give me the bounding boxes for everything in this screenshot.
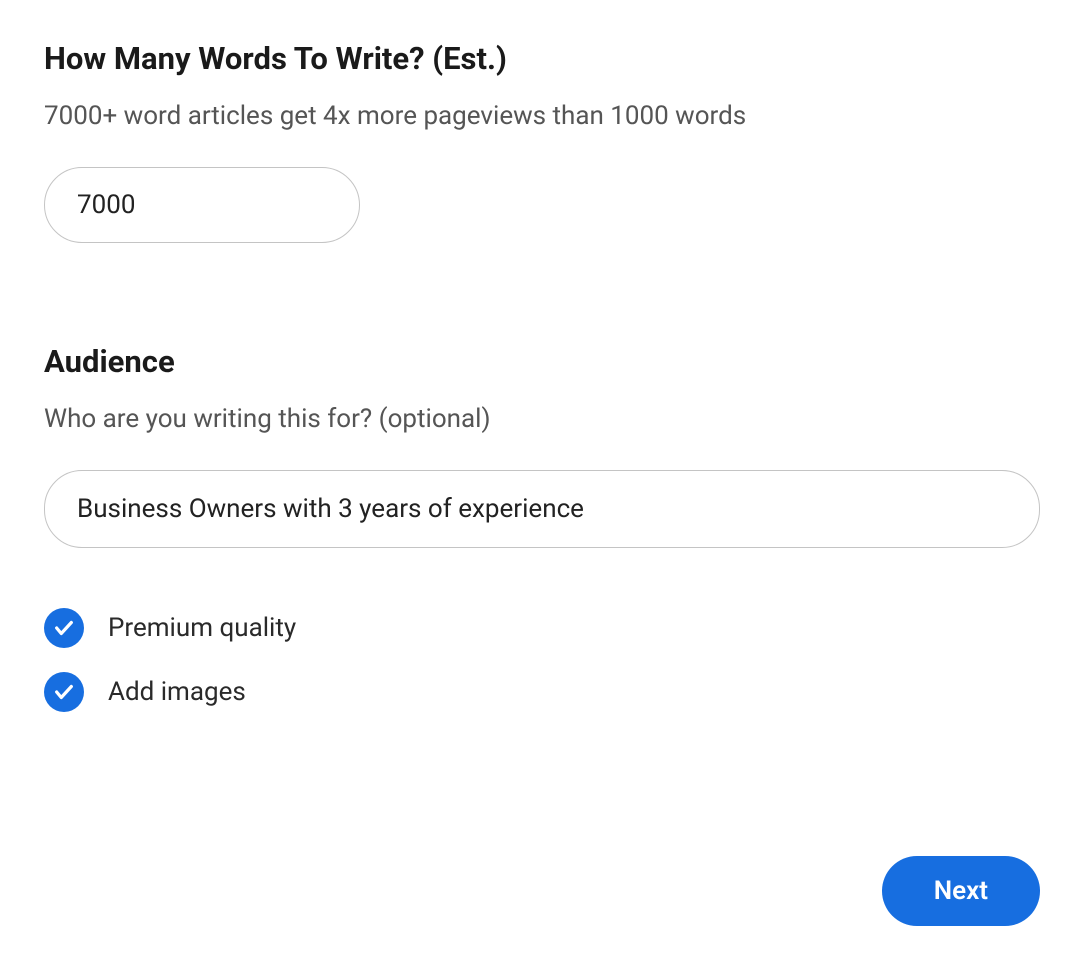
add-images-option[interactable]: Add images	[44, 672, 1040, 712]
wordcount-subtitle: 7000+ word articles get 4x more pageview…	[44, 101, 1040, 131]
wordcount-section: How Many Words To Write? (Est.) 7000+ wo…	[44, 40, 1040, 243]
wordcount-title: How Many Words To Write? (Est.)	[44, 40, 1040, 77]
next-button[interactable]: Next	[882, 856, 1040, 926]
add-images-label: Add images	[108, 677, 246, 707]
check-icon	[44, 608, 84, 648]
premium-quality-option[interactable]: Premium quality	[44, 608, 1040, 648]
audience-section: Audience Who are you writing this for? (…	[44, 343, 1040, 548]
premium-quality-label: Premium quality	[108, 613, 296, 643]
options-group: Premium quality Add images	[44, 608, 1040, 712]
wordcount-input[interactable]	[44, 167, 360, 243]
audience-title: Audience	[44, 343, 1040, 380]
audience-input[interactable]	[44, 470, 1040, 548]
check-icon	[44, 672, 84, 712]
audience-subtitle: Who are you writing this for? (optional)	[44, 404, 1040, 434]
